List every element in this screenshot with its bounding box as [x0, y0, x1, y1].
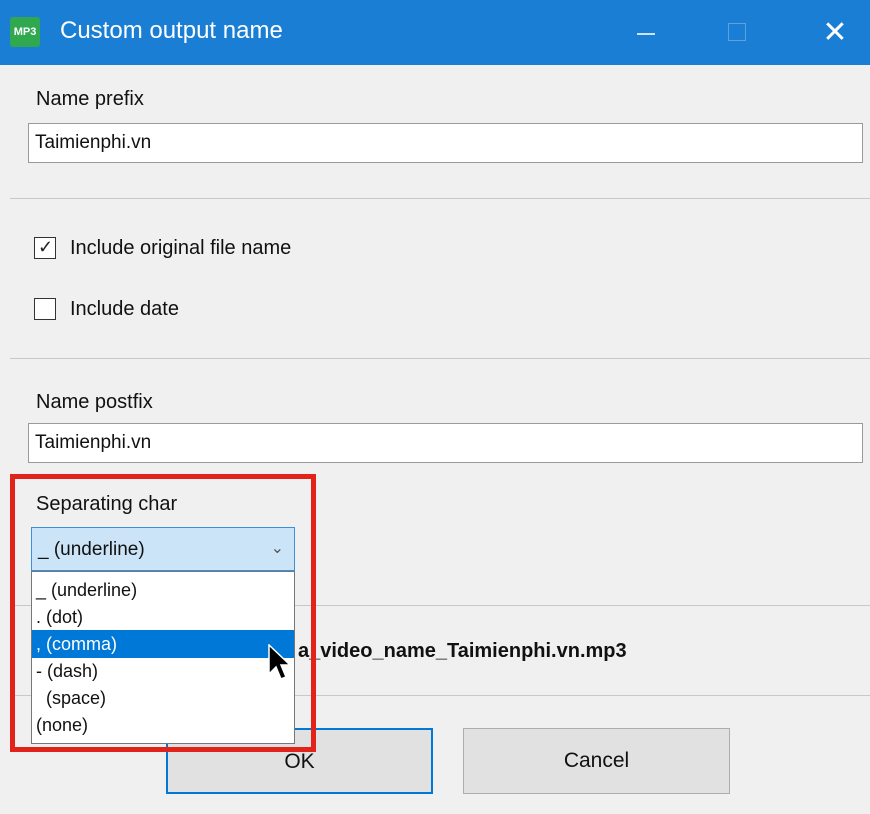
dropdown-option-underline[interactable]: _ (underline): [32, 576, 294, 604]
window-title: Custom output name: [60, 17, 283, 44]
separating-char-select[interactable]: _ (underline) ⌄: [31, 527, 295, 571]
include-original-label[interactable]: Include original file name: [70, 237, 291, 260]
mouse-cursor-icon: [268, 644, 292, 680]
maximize-button[interactable]: [700, 0, 770, 65]
maximize-icon: [728, 23, 746, 41]
include-date-checkbox[interactable]: [34, 298, 56, 320]
dropdown-option-dash[interactable]: - (dash): [32, 657, 294, 685]
dropdown-option-none[interactable]: (none): [32, 711, 294, 739]
divider: [10, 358, 870, 359]
dropdown-option-dot[interactable]: . (dot): [32, 603, 294, 631]
dropdown-option-space[interactable]: (space): [32, 684, 294, 712]
include-date-label[interactable]: Include date: [70, 298, 179, 321]
checkmark-icon: ✓: [38, 237, 54, 257]
close-button[interactable]: ✕: [800, 0, 870, 65]
app-icon: MP3: [10, 17, 40, 47]
name-prefix-label: Name prefix: [36, 88, 144, 110]
name-prefix-input[interactable]: Taimienphi.vn: [28, 123, 863, 163]
separating-char-label: Separating char: [36, 493, 178, 515]
close-icon: ✕: [822, 16, 848, 49]
name-postfix-label: Name postfix: [36, 391, 153, 413]
title-bar: MP3 Custom output name ✕: [0, 0, 870, 65]
minimize-icon: [637, 33, 655, 35]
separating-char-dropdown: _ (underline) . (dot) , (comma) - (dash)…: [31, 571, 295, 744]
chevron-down-icon: ⌄: [270, 540, 284, 557]
minimize-button[interactable]: [610, 0, 680, 65]
selected-value: _ (underline): [38, 539, 145, 560]
dropdown-option-comma[interactable]: , (comma): [32, 630, 294, 658]
output-name-preview: a_video_name_Taimienphi.vn.mp3: [298, 640, 627, 662]
name-postfix-input[interactable]: Taimienphi.vn: [28, 423, 863, 463]
include-original-checkbox[interactable]: ✓: [34, 237, 56, 259]
divider: [10, 198, 870, 199]
cancel-button[interactable]: Cancel: [463, 728, 730, 794]
